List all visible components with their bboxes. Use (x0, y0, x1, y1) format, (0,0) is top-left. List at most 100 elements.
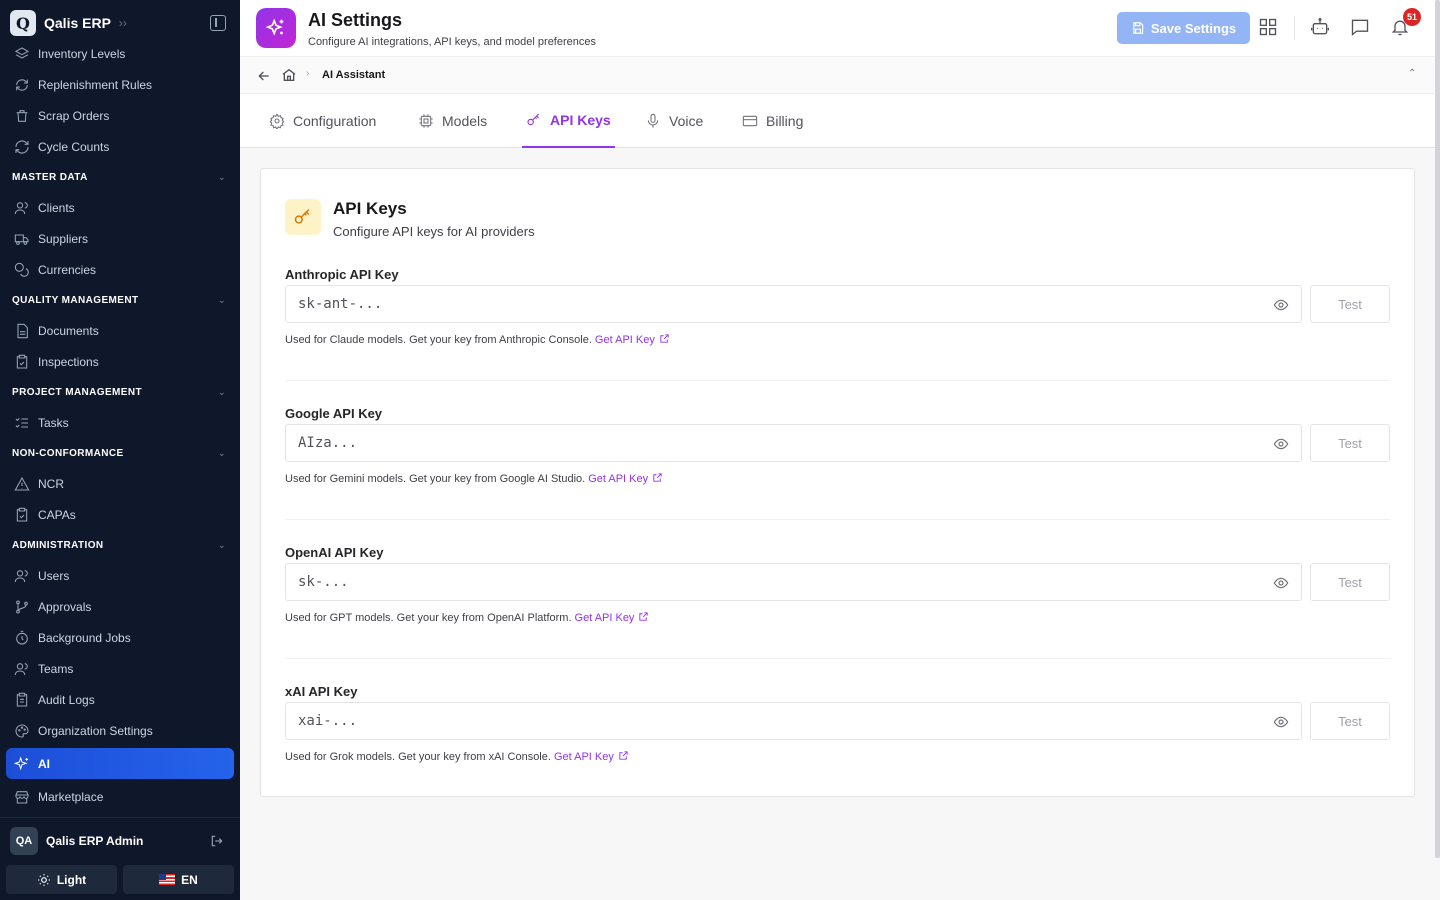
google-key-input[interactable] (285, 424, 1302, 462)
card-subtitle: Configure API keys for AI providers (333, 224, 535, 239)
eye-icon[interactable] (1273, 297, 1289, 313)
trash-icon (14, 108, 30, 124)
sidebar-item-label: AI (38, 756, 50, 771)
chevron-right-icon[interactable]: ›› (119, 16, 127, 30)
sidebar-item-scrap-orders[interactable]: Scrap Orders (0, 100, 240, 131)
chevron-down-icon[interactable]: ⌄ (218, 448, 226, 459)
tab-label: Models (442, 113, 488, 129)
language-button[interactable]: EN (123, 865, 234, 894)
google-get-key-link[interactable]: Get API Key (588, 473, 663, 485)
store-icon (14, 789, 30, 805)
chevron-down-icon[interactable]: ⌄ (218, 295, 226, 306)
chat-icon[interactable] (1349, 16, 1371, 38)
eye-icon[interactable] (1273, 714, 1289, 730)
section-title: NON-CONFORMANCE (12, 448, 124, 459)
breadcrumb-current[interactable]: AI Assistant (322, 69, 385, 81)
brand-name[interactable]: Qalis ERP (44, 15, 111, 31)
link-label: Get API Key (594, 334, 655, 346)
sidebar-item-background-jobs[interactable]: Background Jobs (0, 622, 240, 653)
palette-icon (14, 723, 30, 739)
xai-get-key-link[interactable]: Get API Key (554, 751, 629, 763)
google-key-label: Google API Key (285, 406, 383, 421)
openai-test-button[interactable]: Test (1310, 563, 1390, 601)
page-scrollbar[interactable] (1435, 0, 1440, 858)
section-administration[interactable]: ADMINISTRATION ⌄ (0, 531, 240, 560)
anthropic-key-input[interactable] (285, 285, 1302, 323)
chevron-down-icon[interactable]: ⌄ (218, 172, 226, 183)
sidebar-item-marketplace[interactable]: Marketplace (0, 781, 240, 812)
tab-models[interactable]: Models (418, 94, 487, 148)
sidebar-item-label: Inventory Levels (38, 46, 126, 61)
truck-icon (14, 231, 30, 247)
section-title: QUALITY MANAGEMENT (12, 295, 139, 306)
help-text: Used for Gemini models. Get your key fro… (285, 473, 586, 485)
grid-icon[interactable] (1257, 16, 1279, 38)
section-master-data[interactable]: MASTER DATA ⌄ (0, 163, 240, 192)
external-link-icon (660, 334, 669, 343)
arrow-left-icon[interactable] (256, 68, 272, 84)
sidebar-item-users[interactable]: Users (0, 560, 240, 591)
chevron-up-icon[interactable]: ⌃ (1408, 68, 1416, 79)
user-profile[interactable]: QA Qalis ERP Admin (0, 817, 240, 863)
sidebar-collapse-icon[interactable] (210, 15, 226, 31)
sidebar-item-suppliers[interactable]: Suppliers (0, 223, 240, 254)
sidebar-item-teams[interactable]: Teams (0, 653, 240, 684)
logout-icon[interactable] (210, 834, 224, 848)
openai-get-key-link[interactable]: Get API Key (575, 612, 650, 624)
link-label: Get API Key (553, 751, 614, 763)
section-non-conformance[interactable]: NON-CONFORMANCE ⌄ (0, 439, 240, 468)
tab-billing[interactable]: Billing (742, 94, 803, 148)
google-test-button[interactable]: Test (1310, 424, 1390, 462)
sidebar-item-inventory-levels[interactable]: Inventory Levels (0, 38, 240, 69)
sidebar-item-approvals[interactable]: Approvals (0, 591, 240, 622)
sidebar-item-cycle-counts[interactable]: Cycle Counts (0, 131, 240, 162)
cycle-icon (14, 139, 30, 155)
home-icon[interactable] (281, 67, 297, 83)
eye-icon[interactable] (1273, 436, 1289, 452)
openai-key-input[interactable] (285, 563, 1302, 601)
sidebar-item-label: Tasks (38, 415, 69, 430)
sidebar-item-clients[interactable]: Clients (0, 192, 240, 223)
sidebar-item-organization-settings[interactable]: Organization Settings (0, 715, 240, 746)
anthropic-test-button[interactable]: Test (1310, 285, 1390, 323)
bot-icon[interactable] (1309, 16, 1331, 38)
settings-tabs: Configuration Models API Keys Voice Bill… (240, 94, 1435, 148)
tab-api-keys[interactable]: API Keys (522, 94, 615, 148)
chevron-down-icon[interactable]: ⌄ (218, 387, 226, 398)
sidebar-item-replenishment-rules[interactable]: Replenishment Rules (0, 69, 240, 100)
theme-toggle-button[interactable]: Light (6, 865, 117, 894)
xai-key-input[interactable] (285, 702, 1302, 740)
save-settings-button[interactable]: Save Settings (1117, 12, 1250, 44)
section-project-management[interactable]: PROJECT MANAGEMENT ⌄ (0, 378, 240, 407)
external-link-icon (639, 612, 649, 621)
chevron-down-icon[interactable]: ⌄ (218, 540, 226, 551)
breadcrumb: › AI Assistant ⌃ (240, 57, 1435, 94)
page-title: AI Settings (308, 10, 403, 30)
sidebar-item-label: Background Jobs (38, 630, 131, 645)
sidebar-item-label: Scrap Orders (38, 108, 110, 123)
tab-label: Voice (669, 113, 704, 129)
sidebar-item-label: Audit Logs (38, 692, 95, 707)
page-header: AI Settings Configure AI integrations, A… (240, 0, 1435, 57)
sidebar-item-ncr[interactable]: NCR (0, 468, 240, 499)
sparkles-icon (256, 8, 296, 48)
section-quality-management[interactable]: QUALITY MANAGEMENT ⌄ (0, 286, 240, 315)
sidebar-item-documents[interactable]: Documents (0, 315, 240, 346)
tab-label: API Keys (550, 112, 611, 128)
sidebar-item-currencies[interactable]: Currencies (0, 254, 240, 285)
sidebar-item-tasks[interactable]: Tasks (0, 407, 240, 438)
tab-voice[interactable]: Voice (645, 94, 703, 148)
tab-configuration[interactable]: Configuration (269, 94, 376, 148)
tab-label: Configuration (293, 113, 377, 129)
sidebar-item-inspections[interactable]: Inspections (0, 346, 240, 377)
xai-test-button[interactable]: Test (1310, 702, 1390, 740)
xai-key-label: xAI API Key (285, 684, 358, 699)
layers-icon (14, 46, 30, 62)
eye-icon[interactable] (1273, 575, 1289, 591)
sidebar-item-audit-logs[interactable]: Audit Logs (0, 684, 240, 715)
sidebar-item-label: Inspections (38, 354, 99, 369)
sidebar-item-ai[interactable]: AI (6, 748, 234, 779)
anthropic-get-key-link[interactable]: Get API Key (595, 334, 670, 346)
sidebar-item-capas[interactable]: CAPAs (0, 499, 240, 530)
brand-logo[interactable]: Q (10, 10, 36, 36)
